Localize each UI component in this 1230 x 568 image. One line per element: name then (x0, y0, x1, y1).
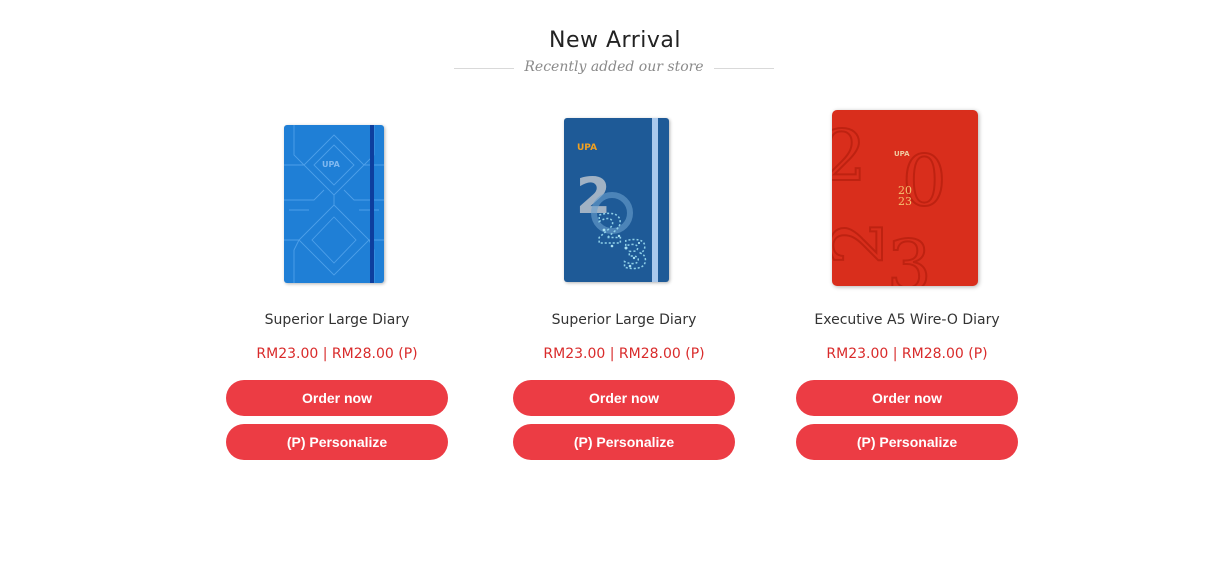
product-image[interactable]: UPA (226, 100, 448, 295)
elastic-band (370, 125, 374, 283)
section-title: New Arrival (549, 28, 681, 53)
product-name[interactable]: Superior Large Diary (513, 311, 735, 329)
product-image[interactable]: UPA 2 2 3 (513, 100, 735, 295)
order-now-button[interactable]: Order now (226, 380, 448, 416)
product-card: 2 0 2 3 UPA 20 23 Executive A5 Wire-O Di… (796, 100, 1018, 470)
section-heading: New Arrival (0, 27, 1230, 55)
svg-text:3: 3 (622, 233, 648, 277)
geometric-pattern (284, 125, 384, 283)
product-price: RM23.00 | RM28.00 (P) (256, 346, 418, 362)
product-name[interactable]: Executive A5 Wire-O Diary (796, 311, 1018, 329)
subtitle-divider-right (714, 68, 774, 69)
order-now-button[interactable]: Order now (513, 380, 735, 416)
product-price: RM23.00 | RM28.00 (P) (543, 346, 705, 362)
cover-year: 20 23 (898, 185, 912, 207)
svg-text:2: 2 (596, 207, 624, 253)
product-name[interactable]: Superior Large Diary (226, 311, 448, 329)
new-arrival-section: New Arrival Recently added our store UPA… (0, 0, 1230, 568)
red-diary-cover: 2 0 2 3 UPA 20 23 (832, 110, 978, 286)
product-card: UPA 2 2 3 Superior Large Diary RM23.00 |… (513, 100, 735, 470)
brand-logo: UPA (894, 150, 910, 158)
product-card: UPA Superior Large Diary RM23.00 | RM28.… (226, 100, 448, 470)
elastic-band (652, 118, 658, 282)
navy-diary-cover: UPA 2 2 3 (564, 118, 669, 282)
section-subtitle: Recently added our store (524, 59, 704, 75)
cover-year-bottom: 23 (898, 195, 912, 208)
brand-logo: UPA (322, 160, 340, 169)
svg-text:2: 2 (832, 115, 867, 197)
personalize-button[interactable]: (P) Personalize (513, 424, 735, 460)
order-now-button[interactable]: Order now (796, 380, 1018, 416)
product-image[interactable]: 2 0 2 3 UPA 20 23 (796, 100, 1018, 295)
personalize-button[interactable]: (P) Personalize (796, 424, 1018, 460)
blue-diary-cover: UPA (284, 125, 384, 283)
personalize-button[interactable]: (P) Personalize (226, 424, 448, 460)
product-price: RM23.00 | RM28.00 (P) (826, 346, 988, 362)
section-subtitle-row: Recently added our store (0, 57, 1230, 77)
subtitle-divider-left (454, 68, 514, 69)
svg-text:3: 3 (887, 225, 932, 286)
